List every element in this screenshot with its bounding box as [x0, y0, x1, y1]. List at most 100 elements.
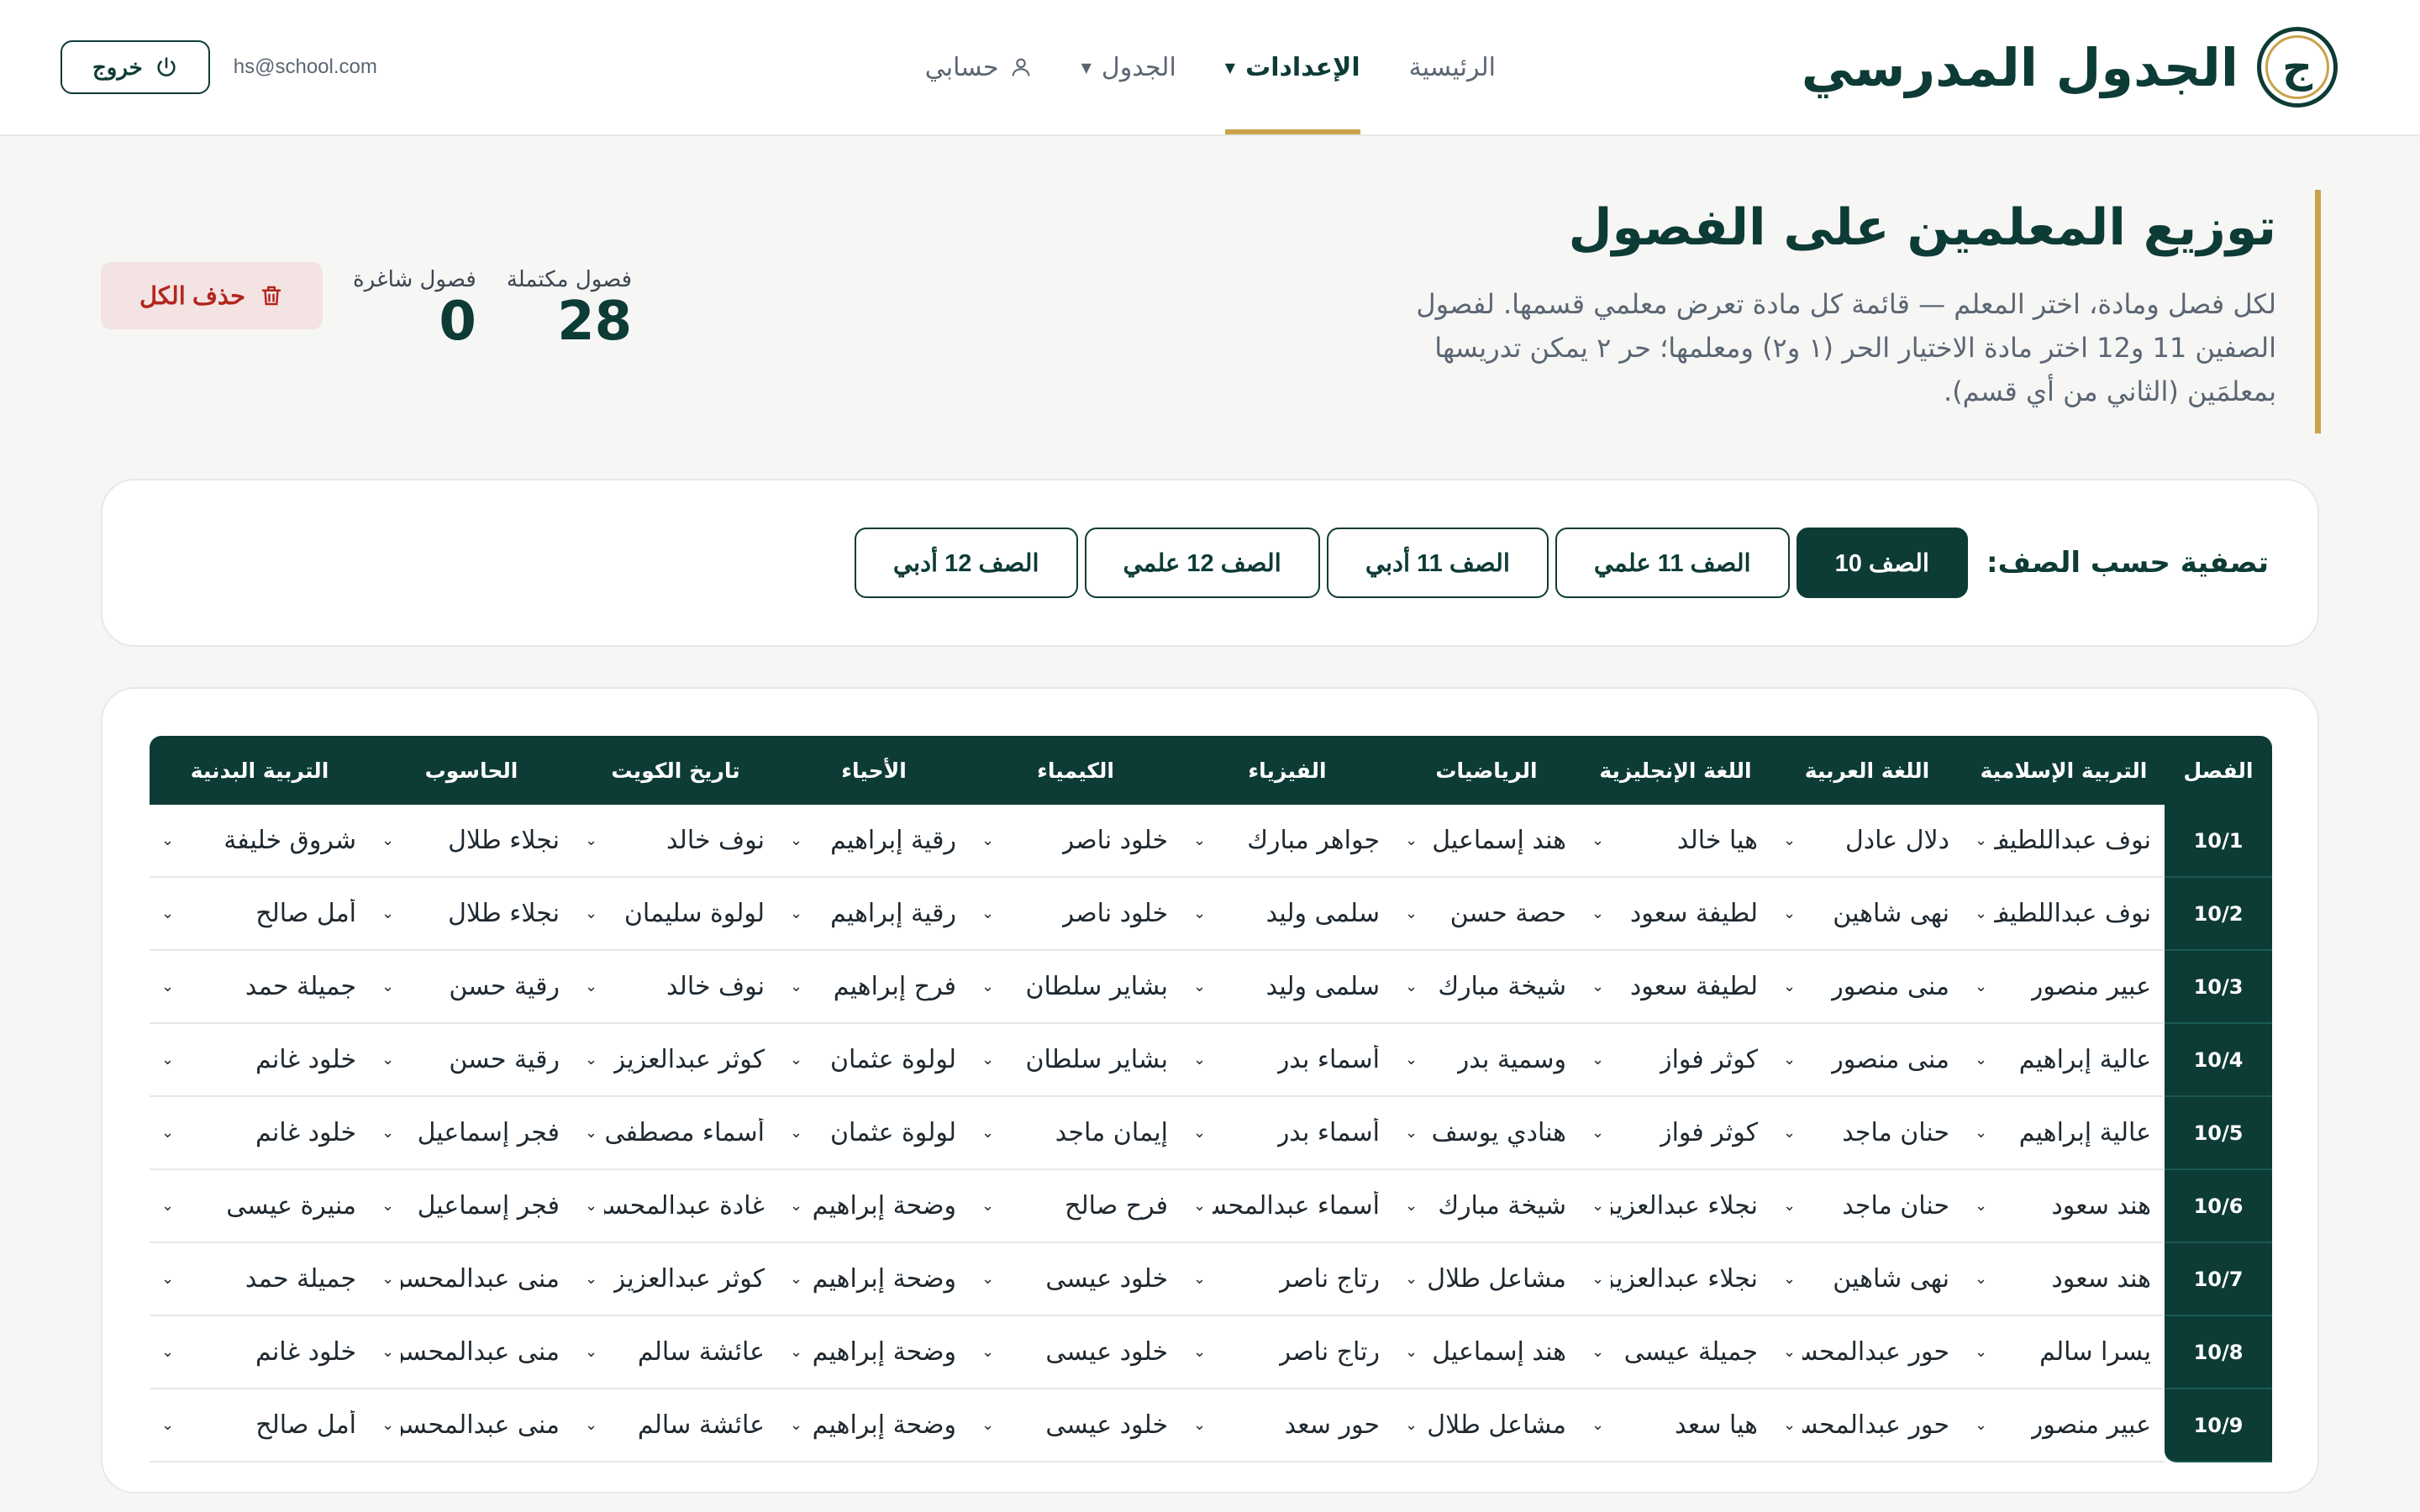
teacher-select[interactable]: يسرا سالم ⌄ — [1963, 1316, 2165, 1388]
teacher-select[interactable]: نوف خالد ⌄ — [573, 805, 778, 876]
teacher-select[interactable]: منى منصور ⌄ — [1771, 1024, 1963, 1095]
teacher-select[interactable]: خلود غانم ⌄ — [150, 1316, 370, 1388]
teacher-select[interactable]: نهى شاهين ⌄ — [1771, 1243, 1963, 1315]
teacher-select[interactable]: خلود عيسى ⌄ — [970, 1243, 1181, 1315]
teacher-select[interactable]: بشاير سلطان ⌄ — [970, 951, 1181, 1022]
filter-grade-11-arts[interactable]: الصف 11 أدبي — [1326, 528, 1549, 598]
teacher-select[interactable]: جواهر مبارك ⌄ — [1181, 805, 1393, 876]
filter-grade-12-science[interactable]: الصف 12 علمي — [1084, 528, 1320, 598]
teacher-select[interactable]: كوثر عبدالعزيز ⌄ — [573, 1243, 778, 1315]
logout-button[interactable]: خروج — [60, 40, 210, 94]
teacher-select[interactable]: شيخة مبارك ⌄ — [1393, 1170, 1580, 1242]
teacher-select[interactable]: منى عبدالمحسن ⌄ — [370, 1243, 573, 1315]
teacher-select[interactable]: كوثر فواز ⌄ — [1580, 1097, 1771, 1168]
teacher-select[interactable]: فرح صالح ⌄ — [970, 1170, 1181, 1242]
teacher-select[interactable]: هند سعود ⌄ — [1963, 1170, 2165, 1242]
teacher-select[interactable]: سلمى وليد ⌄ — [1181, 951, 1393, 1022]
teacher-select[interactable]: أسماء بدر ⌄ — [1181, 1097, 1393, 1168]
nav-settings[interactable]: الإعدادات ▼ — [1224, 0, 1360, 134]
teacher-select[interactable]: لولوة عثمان ⌄ — [778, 1024, 970, 1095]
delete-all-button[interactable]: حذف الكل — [101, 262, 323, 329]
teacher-select[interactable]: منى عبدالمحسن ⌄ — [370, 1389, 573, 1461]
teacher-select[interactable]: عالية إبراهيم ⌄ — [1963, 1097, 2165, 1168]
teacher-select[interactable]: عبير منصور ⌄ — [1963, 951, 2165, 1022]
teacher-select[interactable]: جميلة حمد ⌄ — [150, 1243, 370, 1315]
teacher-select[interactable]: هند إسماعيل ⌄ — [1393, 805, 1580, 876]
teacher-select[interactable]: نهى شاهين ⌄ — [1771, 878, 1963, 949]
nav-schedule[interactable]: الجدول ▼ — [1081, 0, 1176, 134]
teacher-select[interactable]: فرح إبراهيم ⌄ — [778, 951, 970, 1022]
teacher-select[interactable]: إيمان ماجد ⌄ — [970, 1097, 1181, 1168]
teacher-select[interactable]: نوف خالد ⌄ — [573, 951, 778, 1022]
nav-home[interactable]: الرئيسية — [1409, 0, 1496, 134]
teacher-select[interactable]: وضحة إبراهيم ⌄ — [778, 1243, 970, 1315]
teacher-select[interactable]: بشاير سلطان ⌄ — [970, 1024, 1181, 1095]
teacher-select[interactable]: منى عبدالمحسن ⌄ — [370, 1316, 573, 1388]
teacher-select[interactable]: أسماء عبدالمحسن ⌄ — [1181, 1170, 1393, 1242]
brand[interactable]: ج الجدول المدرسي — [1802, 25, 2338, 109]
teacher-select[interactable]: مشاعل طلال ⌄ — [1393, 1243, 1580, 1315]
teacher-select[interactable]: عالية إبراهيم ⌄ — [1963, 1024, 2165, 1095]
teacher-select[interactable]: رقية حسن ⌄ — [370, 1024, 573, 1095]
teacher-select[interactable]: جميلة عيسى ⌄ — [1580, 1316, 1771, 1388]
teacher-select[interactable]: حنان ماجد ⌄ — [1771, 1170, 1963, 1242]
filter-grade-11-science[interactable]: الصف 11 علمي — [1555, 528, 1790, 598]
teacher-select[interactable]: نجلاء عبدالعزيز ⌄ — [1580, 1243, 1771, 1315]
teacher-select[interactable]: عبير منصور ⌄ — [1963, 1389, 2165, 1461]
teacher-select[interactable]: لولوة سليمان ⌄ — [573, 878, 778, 949]
teacher-select[interactable]: حصة حسن ⌄ — [1393, 878, 1580, 949]
filter-grade-12-arts[interactable]: الصف 12 أدبي — [854, 528, 1078, 598]
teacher-select[interactable]: رتاج ناصر ⌄ — [1181, 1243, 1393, 1315]
teacher-select[interactable]: وسمية بدر ⌄ — [1393, 1024, 1580, 1095]
teacher-select[interactable]: رقية إبراهيم ⌄ — [778, 878, 970, 949]
teacher-select[interactable]: وضحة إبراهيم ⌄ — [778, 1170, 970, 1242]
nav-account[interactable]: حسابي — [925, 0, 1033, 134]
teacher-select[interactable]: نجلاء عبدالعزيز ⌄ — [1580, 1170, 1771, 1242]
teacher-select[interactable]: سلمى وليد ⌄ — [1181, 878, 1393, 949]
teacher-select[interactable]: حنان ماجد ⌄ — [1771, 1097, 1963, 1168]
teacher-select[interactable]: خلود ناصر ⌄ — [970, 878, 1181, 949]
teacher-select[interactable]: لطيفة سعود ⌄ — [1580, 951, 1771, 1022]
teacher-select[interactable]: لولوة عثمان ⌄ — [778, 1097, 970, 1168]
teacher-select[interactable]: شيخة مبارك ⌄ — [1393, 951, 1580, 1022]
teacher-select[interactable]: خلود عيسى ⌄ — [970, 1389, 1181, 1461]
teacher-select[interactable]: هند إسماعيل ⌄ — [1393, 1316, 1580, 1388]
teacher-select[interactable]: لطيفة سعود ⌄ — [1580, 878, 1771, 949]
teacher-select[interactable]: خلود ناصر ⌄ — [970, 805, 1181, 876]
teacher-select[interactable]: خلود غانم ⌄ — [150, 1097, 370, 1168]
teacher-select[interactable]: مشاعل طلال ⌄ — [1393, 1389, 1580, 1461]
teacher-select[interactable]: رقية حسن ⌄ — [370, 951, 573, 1022]
teacher-select[interactable]: أمل صالح ⌄ — [150, 878, 370, 949]
teacher-select[interactable]: شروق خليفة ⌄ — [150, 805, 370, 876]
teacher-select[interactable]: دلال عادل ⌄ — [1771, 805, 1963, 876]
teacher-select[interactable]: هيا سعد ⌄ — [1580, 1389, 1771, 1461]
teacher-select[interactable]: رقية إبراهيم ⌄ — [778, 805, 970, 876]
teacher-select[interactable]: هند سعود ⌄ — [1963, 1243, 2165, 1315]
teacher-select[interactable]: أسماء مصطفى ⌄ — [573, 1097, 778, 1168]
teacher-select[interactable]: هيا خالد ⌄ — [1580, 805, 1771, 876]
teacher-select[interactable]: عائشة سالم ⌄ — [573, 1316, 778, 1388]
teacher-select[interactable]: نجلاء طلال ⌄ — [370, 878, 573, 949]
teacher-select[interactable]: غادة عبدالمحسن ⌄ — [573, 1170, 778, 1242]
teacher-select[interactable]: نوف عبداللطيف ⌄ — [1963, 878, 2165, 949]
teacher-select[interactable]: وضحة إبراهيم ⌄ — [778, 1389, 970, 1461]
teacher-select[interactable]: فجر إسماعيل ⌄ — [370, 1097, 573, 1168]
teacher-select[interactable]: خلود عيسى ⌄ — [970, 1316, 1181, 1388]
teacher-select[interactable]: أسماء بدر ⌄ — [1181, 1024, 1393, 1095]
teacher-select[interactable]: حور عبدالمحسن ⌄ — [1771, 1389, 1963, 1461]
teacher-select[interactable]: هنادي يوسف ⌄ — [1393, 1097, 1580, 1168]
filter-grade-10[interactable]: الصف 10 — [1796, 528, 1968, 598]
teacher-select[interactable]: وضحة إبراهيم ⌄ — [778, 1316, 970, 1388]
teacher-select[interactable]: منى منصور ⌄ — [1771, 951, 1963, 1022]
teacher-select[interactable]: خلود غانم ⌄ — [150, 1024, 370, 1095]
teacher-select[interactable]: كوثر عبدالعزيز ⌄ — [573, 1024, 778, 1095]
teacher-select[interactable]: نوف عبداللطيف ⌄ — [1963, 805, 2165, 876]
teacher-select[interactable]: منيرة عيسى ⌄ — [150, 1170, 370, 1242]
teacher-select[interactable]: نجلاء طلال ⌄ — [370, 805, 573, 876]
teacher-select[interactable]: جميلة حمد ⌄ — [150, 951, 370, 1022]
teacher-select[interactable]: رتاج ناصر ⌄ — [1181, 1316, 1393, 1388]
teacher-select[interactable]: كوثر فواز ⌄ — [1580, 1024, 1771, 1095]
teacher-select[interactable]: أمل صالح ⌄ — [150, 1389, 370, 1461]
teacher-select[interactable]: حور سعد ⌄ — [1181, 1389, 1393, 1461]
teacher-select[interactable]: فجر إسماعيل ⌄ — [370, 1170, 573, 1242]
